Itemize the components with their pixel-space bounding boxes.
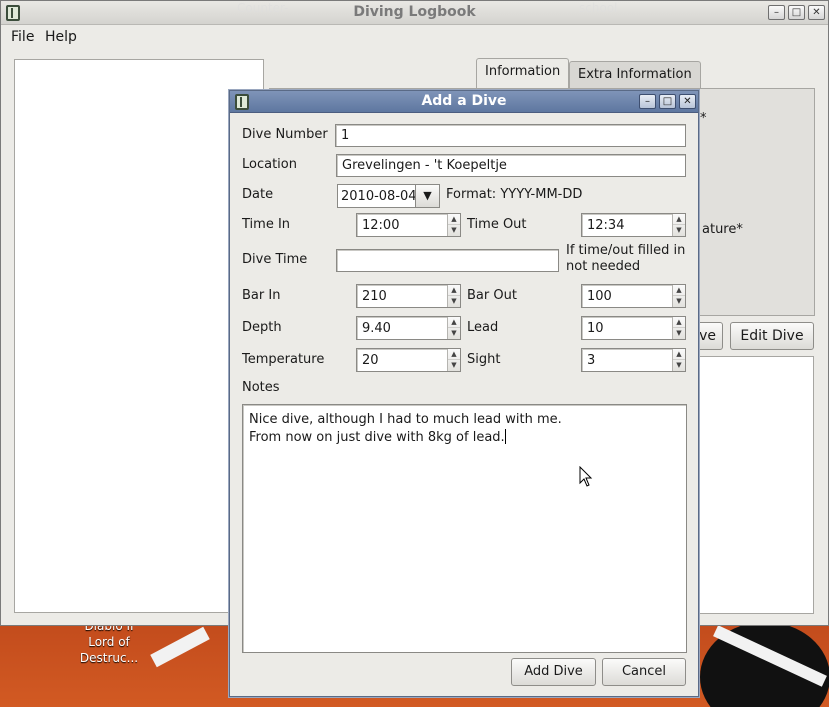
bar-in-label: Bar In	[242, 288, 281, 303]
edit-dive-button[interactable]: Edit Dive	[730, 322, 814, 350]
spin-up-icon[interactable]: ▲	[448, 349, 460, 360]
dive-time-label: Dive Time	[242, 252, 308, 267]
notes-line: Nice dive, although I had to much lead w…	[249, 412, 562, 427]
main-titlebar[interactable]: Counter- school Diving Logbook – □ ✕	[1, 1, 828, 25]
notes-line: From now on just dive with 8kg of lead.	[249, 430, 505, 445]
sight-label: Sight	[467, 352, 501, 367]
close-icon[interactable]: ✕	[679, 94, 696, 109]
spinner-arrows: ▲ ▼	[447, 349, 460, 371]
date-value: 2010-08-04	[341, 189, 417, 204]
depth-label: Depth	[242, 320, 282, 335]
depth-spinner[interactable]: 9.40 ▲ ▼	[356, 316, 461, 340]
icon-label-line: Lord of	[88, 635, 130, 649]
spin-down-icon[interactable]: ▼	[448, 296, 460, 307]
spin-down-icon[interactable]: ▼	[673, 328, 685, 339]
dive-time-field[interactable]	[336, 249, 559, 272]
spinner-arrows: ▲ ▼	[672, 349, 685, 371]
spin-up-icon[interactable]: ▲	[673, 317, 685, 328]
minimize-icon[interactable]: –	[639, 94, 656, 109]
lead-value: 10	[587, 321, 604, 336]
maximize-icon[interactable]: □	[788, 5, 805, 20]
maximize-icon[interactable]: □	[659, 94, 676, 109]
spin-down-icon[interactable]: ▼	[673, 360, 685, 371]
location-label: Location	[242, 157, 297, 172]
spin-down-icon[interactable]: ▼	[673, 225, 685, 236]
dive-time-hint-line: not needed	[566, 259, 641, 274]
dive-number-field[interactable]: 1	[335, 124, 686, 147]
spinner-arrows: ▲ ▼	[672, 214, 685, 236]
time-out-value: 12:34	[587, 218, 625, 233]
location-field[interactable]: Grevelingen - 't Koepeltje	[336, 154, 686, 177]
spin-up-icon[interactable]: ▲	[448, 214, 460, 225]
text-caret	[504, 429, 506, 444]
close-icon[interactable]: ✕	[808, 5, 825, 20]
spinner-arrows: ▲ ▼	[672, 285, 685, 307]
spinner-arrows: ▲ ▼	[672, 317, 685, 339]
add-dive-dialog: Add a Dive – □ ✕ Dive Number 1 Location …	[229, 90, 699, 697]
bar-in-value: 210	[362, 289, 387, 304]
spin-down-icon[interactable]: ▼	[448, 360, 460, 371]
spin-up-icon[interactable]: ▲	[448, 317, 460, 328]
lead-spinner[interactable]: 10 ▲ ▼	[581, 316, 686, 340]
menu-help[interactable]: Help	[45, 29, 77, 45]
dive-number-label: Dive Number	[242, 127, 328, 142]
spinner-arrows: ▲ ▼	[447, 214, 460, 236]
dive-list[interactable]	[14, 59, 264, 613]
sight-value: 3	[587, 353, 596, 368]
bar-out-value: 100	[587, 289, 612, 304]
notes-label: Notes	[242, 380, 280, 395]
sight-spinner[interactable]: 3 ▲ ▼	[581, 348, 686, 372]
spin-down-icon[interactable]: ▼	[673, 296, 685, 307]
menubar: File Help	[1, 25, 828, 49]
bar-out-label: Bar Out	[467, 288, 517, 303]
dialog-titlebar[interactable]: Add a Dive – □ ✕	[230, 91, 698, 113]
dive-time-hint: If time/out filled in not needed	[566, 243, 685, 275]
dive-time-hint-line: If time/out filled in	[566, 243, 686, 258]
field-label-partial: ature*	[702, 222, 743, 237]
time-out-spinner[interactable]: 12:34 ▲ ▼	[581, 213, 686, 237]
lead-label: Lead	[467, 320, 499, 335]
tab-information[interactable]: Information	[476, 58, 570, 88]
dive-details-list[interactable]	[696, 356, 814, 614]
spin-up-icon[interactable]: ▲	[673, 214, 685, 225]
time-in-label: Time In	[242, 217, 291, 232]
temperature-value: 20	[362, 353, 379, 368]
temperature-label: Temperature	[242, 352, 325, 367]
notes-textarea[interactable]: Nice dive, although I had to much lead w…	[242, 404, 687, 653]
spin-up-icon[interactable]: ▲	[673, 285, 685, 296]
spin-down-icon[interactable]: ▼	[448, 225, 460, 236]
required-marker: *	[700, 111, 707, 126]
chevron-down-icon[interactable]: ▼	[415, 185, 439, 207]
mouse-pointer-icon	[579, 466, 593, 487]
notes-line-with-caret: From now on just dive with 8kg of lead.	[249, 429, 680, 447]
bar-out-spinner[interactable]: 100 ▲ ▼	[581, 284, 686, 308]
partial-button-label: ve	[699, 328, 716, 344]
date-format-hint: Format: YYYY-MM-DD	[446, 187, 583, 202]
time-out-label: Time Out	[467, 217, 527, 232]
depth-value: 9.40	[362, 321, 391, 336]
tab-extra-information[interactable]: Extra Information	[569, 61, 701, 89]
add-dive-button[interactable]: Add Dive	[511, 658, 596, 686]
icon-label-line: Destruc...	[79, 651, 139, 665]
spinner-arrows: ▲ ▼	[447, 285, 460, 307]
time-in-value: 12:00	[362, 218, 400, 233]
dialog-title: Add a Dive	[421, 93, 507, 109]
date-picker[interactable]: 2010-08-04 ▼	[337, 184, 440, 208]
minimize-icon[interactable]: –	[768, 5, 785, 20]
temperature-spinner[interactable]: 20 ▲ ▼	[356, 348, 461, 372]
date-label: Date	[242, 187, 274, 202]
cancel-button[interactable]: Cancel	[602, 658, 686, 686]
main-window-title: Diving Logbook	[353, 4, 476, 20]
spinner-arrows: ▲ ▼	[447, 317, 460, 339]
bar-in-spinner[interactable]: 210 ▲ ▼	[356, 284, 461, 308]
time-in-spinner[interactable]: 12:00 ▲ ▼	[356, 213, 461, 237]
menu-file[interactable]: File	[11, 29, 34, 45]
spin-up-icon[interactable]: ▲	[673, 349, 685, 360]
spin-up-icon[interactable]: ▲	[448, 285, 460, 296]
spin-down-icon[interactable]: ▼	[448, 328, 460, 339]
